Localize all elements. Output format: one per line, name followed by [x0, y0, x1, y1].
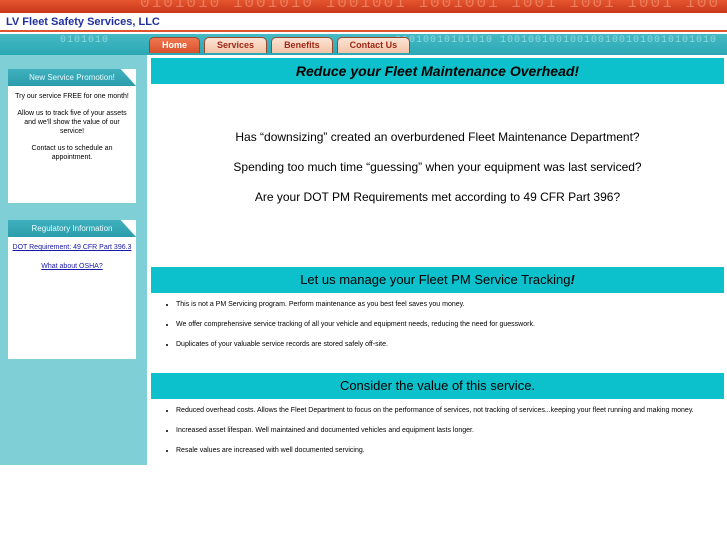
section2-bar: Consider the value of this service.	[151, 373, 724, 399]
section2-list: Reduced overhead costs. Allows the Fleet…	[176, 406, 724, 455]
section2-title: Consider the value of this service.	[339, 378, 536, 393]
promo-text-1: Try our service FREE for one month!	[15, 93, 129, 100]
tab-home[interactable]: Home	[149, 37, 201, 53]
top-banner: 0101010 1001010 1001001 1001001 1001 100…	[0, 0, 727, 13]
section1-title-end: !	[570, 272, 575, 287]
nav-tabs: Home Services Benefits Contact Us	[149, 37, 411, 53]
promo-text-3: Contact us to schedule an appointment.	[31, 145, 113, 161]
regulatory-panel-body: DOT Requirement: 49 CFR Part 396.3 What …	[8, 237, 136, 287]
promo-panel-body: Try our service FREE for one month! Allo…	[8, 86, 136, 176]
promo-text-2: Allow us to track five of your assets an…	[17, 110, 127, 135]
page-headline: Reduce your Fleet Maintenance Overhead!	[295, 63, 580, 79]
list-item: Resale values are increased with well do…	[176, 446, 724, 455]
link-dot-requirement[interactable]: DOT Requirement: 49 CFR Part 396.3	[12, 243, 132, 252]
question-2: Spending too much time “guessing” when y…	[233, 160, 642, 174]
title-bar: LV Fleet Safety Services, LLC	[0, 13, 727, 32]
promo-panel: New Service Promotion! Try our service F…	[8, 69, 136, 203]
section1-bar: Let us manage your Fleet PM Service Trac…	[151, 267, 724, 293]
sidebar: New Service Promotion! Try our service F…	[0, 55, 147, 465]
list-item: This is not a PM Servicing program. Perf…	[176, 300, 724, 309]
promo-panel-title: New Service Promotion!	[8, 69, 136, 86]
list-item: Duplicates of your valuable service reco…	[176, 340, 724, 349]
main-content: Reduce your Fleet Maintenance Overhead! …	[151, 58, 724, 466]
nav-binary-right: 01010010101010 1001001001001001001010010…	[395, 35, 718, 46]
tab-benefits[interactable]: Benefits	[271, 37, 333, 53]
link-osha[interactable]: What about OSHA?	[12, 262, 132, 271]
question-3: Are your DOT PM Requirements met accordi…	[254, 190, 621, 204]
list-item: We offer comprehensive service tracking …	[176, 320, 724, 329]
banner-binary-decoration: 0101010 1001010 1001001 1001001 1001 100…	[140, 0, 721, 12]
headline-bar: Reduce your Fleet Maintenance Overhead!	[151, 58, 724, 84]
section1-title: Let us manage your Fleet PM Service Trac…	[300, 272, 571, 287]
regulatory-panel-title: Regulatory Information	[8, 220, 136, 237]
section1-list: This is not a PM Servicing program. Perf…	[176, 300, 724, 373]
tab-services[interactable]: Services	[204, 37, 268, 53]
questions-block: Has “downsizing” created an overburdened…	[151, 129, 724, 267]
list-item: Reduced overhead costs. Allows the Fleet…	[176, 406, 724, 415]
tab-contact-us[interactable]: Contact Us	[336, 37, 411, 53]
nav-binary-left: 0101010	[60, 35, 110, 46]
site-title: LV Fleet Safety Services, LLC	[6, 16, 160, 28]
regulatory-panel: Regulatory Information DOT Requirement: …	[8, 220, 136, 359]
list-item: Increased asset lifespan. Well maintaine…	[176, 426, 724, 435]
question-1: Has “downsizing” created an overburdened…	[235, 130, 640, 144]
